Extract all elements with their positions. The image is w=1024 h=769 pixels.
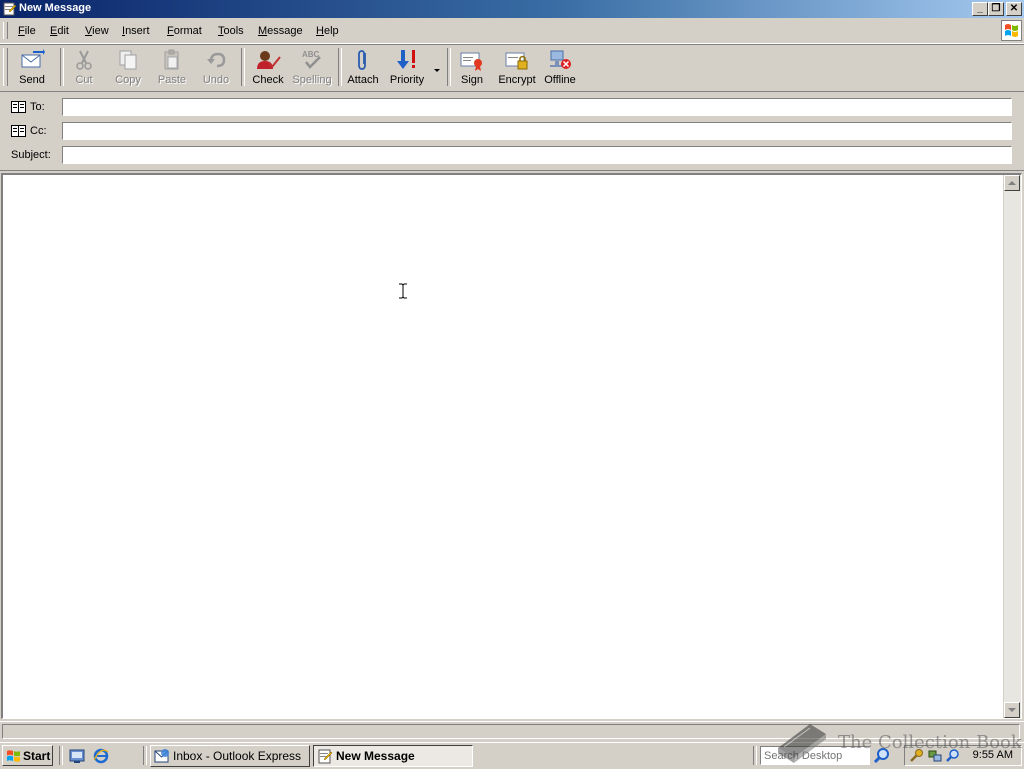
subject-field[interactable] [62,146,1012,164]
taskbar-separator [753,746,757,765]
to-label: To: [30,101,45,113]
address-book-icon[interactable] [11,125,26,137]
taskbar-button-inbox[interactable]: Inbox - Outlook Express [150,745,310,767]
menu-message[interactable]: Message [258,25,303,37]
text-cursor-icon [399,283,407,299]
check-names-button[interactable]: Check [248,48,288,88]
menu-insert[interactable]: Insert [122,25,150,37]
new-message-icon [3,2,16,16]
address-book-icon[interactable] [11,101,26,113]
toolbar: Send Cut Copy Paste Undo Check ABC Spell… [0,45,1024,92]
undo-button[interactable]: Undo [196,48,236,88]
subject-label: Subject: [11,149,51,161]
copy-button[interactable]: Copy [107,48,149,88]
arrow-down-icon [1008,708,1016,712]
cc-label: Cc: [30,125,47,137]
undo-icon [207,52,226,68]
spelling-icon: ABC [302,50,321,69]
clock: 9:55 AM [972,749,1013,761]
priority-dropdown-button[interactable] [431,48,443,88]
vertical-scrollbar[interactable] [1003,175,1021,718]
toolbar-separator [338,48,342,86]
spelling-button[interactable]: ABC Spelling [290,48,334,88]
show-desktop-icon[interactable] [69,748,85,764]
to-row: To: [0,96,1024,118]
close-button[interactable]: ✕ [1006,2,1022,16]
scroll-down-button[interactable] [1004,702,1020,718]
window-title-bar[interactable]: New Message _ ❐ ✕ [0,0,1024,18]
priority-icon [397,50,415,69]
status-pane [2,724,1020,739]
toolbar-separator [447,48,451,86]
message-body[interactable] [1,173,1022,719]
clipboard-icon [164,49,179,70]
toolbar-grip[interactable] [3,48,8,86]
menu-view[interactable]: View [85,25,109,37]
send-button[interactable]: Send [11,48,53,88]
digital-sign-icon [460,52,482,71]
new-message-icon [318,749,333,764]
taskbar-separator [59,746,63,765]
check-names-icon [257,51,281,69]
internet-explorer-icon[interactable] [93,748,109,764]
windows-flag-icon [7,750,20,762]
outlook-express-icon [154,749,169,763]
encrypt-button[interactable]: Encrypt [496,48,538,88]
scissors-icon [76,50,92,70]
arrow-up-icon [1008,181,1016,185]
tray-tools-icon[interactable] [909,748,924,763]
system-tray: 9:55 AM [904,745,1022,766]
taskbar-button-new-message[interactable]: New Message [313,745,473,767]
paperclip-icon [358,50,366,70]
status-bar [0,721,1024,742]
cc-row: Cc: [0,120,1024,142]
windows-logo-icon [1001,20,1022,41]
menu-tools[interactable]: Tools [218,25,244,37]
tray-search-icon[interactable] [945,748,960,763]
desktop-search-input[interactable] [760,746,870,765]
menu-format[interactable]: Format [167,25,202,37]
taskbar-separator [143,746,147,765]
taskbar: Start Inbox - Outlook Express New Messag… [0,742,1024,769]
offline-icon [550,50,571,69]
copy-icon [119,50,137,70]
window-title: New Message [19,2,92,14]
cut-button[interactable]: Cut [64,48,104,88]
menu-grip[interactable] [3,22,8,39]
menu-bar: File Edit View Insert Format Tools Messa… [0,19,1024,44]
maximize-button[interactable]: ❐ [988,2,1004,16]
start-button[interactable]: Start [2,745,53,766]
lock-icon [505,52,528,70]
menu-file[interactable]: File [18,25,36,37]
tray-network-icon[interactable] [927,748,942,763]
message-header: To: Cc: Subject: [0,93,1024,171]
minimize-button[interactable]: _ [972,2,988,16]
cc-field[interactable] [62,122,1012,140]
subject-row: Subject: [0,144,1024,166]
menu-help[interactable]: Help [316,25,339,37]
priority-button[interactable]: Priority [386,48,428,88]
attach-button[interactable]: Attach [344,48,382,88]
send-icon [21,49,45,68]
to-field[interactable] [62,98,1012,116]
menu-edit[interactable]: Edit [50,25,69,37]
paste-button[interactable]: Paste [151,48,193,88]
scroll-up-button[interactable] [1004,175,1020,191]
chevron-down-icon [434,69,440,72]
toolbar-separator [241,48,245,86]
search-icon[interactable] [872,746,892,765]
sign-button[interactable]: Sign [455,48,489,88]
window-controls: _ ❐ ✕ [972,2,1022,16]
offline-button[interactable]: Offline [541,48,579,88]
svg-text:ABC: ABC [302,50,320,59]
